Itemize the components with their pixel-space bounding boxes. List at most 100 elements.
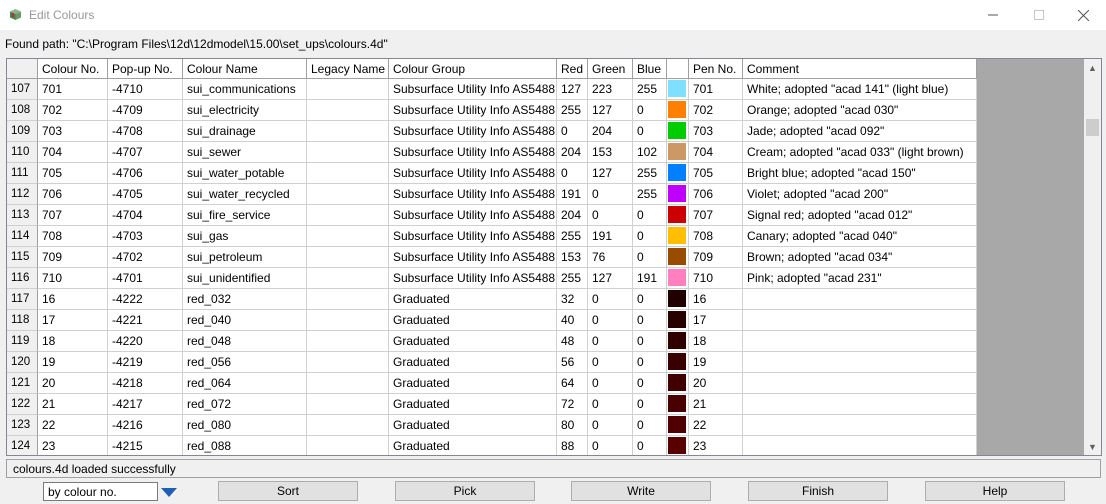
cell-colour-name[interactable]: red_072	[183, 394, 307, 415]
cell-legacy-name[interactable]	[307, 247, 389, 268]
cell-green[interactable]: 0	[588, 205, 633, 226]
cell-popup-no[interactable]: -4710	[108, 79, 183, 100]
row-number[interactable]: 107	[7, 79, 38, 100]
cell-comment[interactable]	[743, 394, 977, 415]
cell-legacy-name[interactable]	[307, 226, 389, 247]
cell-colour-name[interactable]: red_064	[183, 373, 307, 394]
cell-comment[interactable]: Bright blue; adopted "acad 150"	[743, 163, 977, 184]
cell-green[interactable]: 0	[588, 331, 633, 352]
cell-pen-no[interactable]: 21	[689, 394, 743, 415]
column-header-popup-no[interactable]: Pop-up No.	[108, 59, 183, 79]
cell-red[interactable]: 153	[557, 247, 588, 268]
cell-popup-no[interactable]: -4707	[108, 142, 183, 163]
cell-green[interactable]: 0	[588, 394, 633, 415]
column-header-legacy-name[interactable]: Legacy Name	[307, 59, 389, 79]
cell-swatch[interactable]	[667, 79, 689, 100]
cell-colour-name[interactable]: sui_sewer	[183, 142, 307, 163]
cell-colour-name[interactable]: sui_gas	[183, 226, 307, 247]
cell-pen-no[interactable]: 705	[689, 163, 743, 184]
cell-pen-no[interactable]: 703	[689, 121, 743, 142]
cell-green[interactable]: 0	[588, 415, 633, 436]
cell-legacy-name[interactable]	[307, 268, 389, 289]
cell-blue[interactable]: 0	[633, 310, 667, 331]
cell-colour-no[interactable]: 703	[38, 121, 108, 142]
cell-swatch[interactable]	[667, 373, 689, 394]
cell-swatch[interactable]	[667, 268, 689, 289]
cell-blue[interactable]: 0	[633, 394, 667, 415]
cell-blue[interactable]: 0	[633, 205, 667, 226]
cell-swatch[interactable]	[667, 100, 689, 121]
cell-colour-group[interactable]: Graduated	[389, 331, 557, 352]
row-number[interactable]: 119	[7, 331, 38, 352]
cell-pen-no[interactable]: 701	[689, 79, 743, 100]
colour-grid[interactable]: ▲ ▼ Colour No. Pop-up No. Colour Name Legac…	[6, 58, 1102, 456]
cell-colour-group[interactable]: Subsurface Utility Info AS5488	[389, 163, 557, 184]
cell-colour-no[interactable]: 19	[38, 352, 108, 373]
column-header-red[interactable]: Red	[557, 59, 588, 79]
cell-green[interactable]: 0	[588, 436, 633, 455]
cell-legacy-name[interactable]	[307, 289, 389, 310]
cell-popup-no[interactable]: -4704	[108, 205, 183, 226]
cell-popup-no[interactable]: -4220	[108, 331, 183, 352]
cell-swatch[interactable]	[667, 352, 689, 373]
cell-colour-no[interactable]: 22	[38, 415, 108, 436]
column-header-colour-group[interactable]: Colour Group	[389, 59, 557, 79]
cell-blue[interactable]: 0	[633, 415, 667, 436]
cell-popup-no[interactable]: -4215	[108, 436, 183, 455]
cell-colour-group[interactable]: Subsurface Utility Info AS5488	[389, 184, 557, 205]
row-number[interactable]: 112	[7, 184, 38, 205]
cell-comment[interactable]	[743, 373, 977, 394]
cell-popup-no[interactable]: -4702	[108, 247, 183, 268]
row-number[interactable]: 121	[7, 373, 38, 394]
cell-popup-no[interactable]: -4705	[108, 184, 183, 205]
minimize-button[interactable]	[970, 0, 1016, 30]
cell-legacy-name[interactable]	[307, 100, 389, 121]
cell-colour-no[interactable]: 23	[38, 436, 108, 455]
cell-legacy-name[interactable]	[307, 415, 389, 436]
cell-swatch[interactable]	[667, 247, 689, 268]
row-number[interactable]: 122	[7, 394, 38, 415]
cell-blue[interactable]: 102	[633, 142, 667, 163]
cell-blue[interactable]: 0	[633, 436, 667, 455]
cell-pen-no[interactable]: 22	[689, 415, 743, 436]
cell-popup-no[interactable]: -4217	[108, 394, 183, 415]
cell-blue[interactable]: 0	[633, 226, 667, 247]
cell-blue[interactable]: 0	[633, 331, 667, 352]
sort-select[interactable]: by colour no.	[43, 482, 158, 501]
cell-red[interactable]: 64	[557, 373, 588, 394]
cell-red[interactable]: 191	[557, 184, 588, 205]
cell-green[interactable]: 0	[588, 289, 633, 310]
cell-red[interactable]: 204	[557, 142, 588, 163]
cell-comment[interactable]: Orange; adopted "acad 030"	[743, 100, 977, 121]
cell-colour-no[interactable]: 710	[38, 268, 108, 289]
cell-popup-no[interactable]: -4216	[108, 415, 183, 436]
cell-colour-no[interactable]: 709	[38, 247, 108, 268]
scroll-up-button[interactable]: ▲	[1084, 59, 1101, 76]
row-number[interactable]: 111	[7, 163, 38, 184]
cell-swatch[interactable]	[667, 121, 689, 142]
cell-green[interactable]: 0	[588, 184, 633, 205]
row-number[interactable]: 110	[7, 142, 38, 163]
cell-green[interactable]: 0	[588, 352, 633, 373]
cell-colour-name[interactable]: red_040	[183, 310, 307, 331]
column-header-pen-no[interactable]: Pen No.	[689, 59, 743, 79]
cell-green[interactable]: 127	[588, 100, 633, 121]
cell-blue[interactable]: 0	[633, 352, 667, 373]
cell-popup-no[interactable]: -4701	[108, 268, 183, 289]
cell-comment[interactable]	[743, 289, 977, 310]
cell-red[interactable]: 255	[557, 100, 588, 121]
cell-colour-name[interactable]: sui_petroleum	[183, 247, 307, 268]
cell-popup-no[interactable]: -4703	[108, 226, 183, 247]
cell-comment[interactable]: White; adopted "acad 141" (light blue)	[743, 79, 977, 100]
cell-blue[interactable]: 255	[633, 184, 667, 205]
column-header-comment[interactable]: Comment	[743, 59, 977, 79]
cell-swatch[interactable]	[667, 289, 689, 310]
cell-comment[interactable]: Violet; adopted "acad 200"	[743, 184, 977, 205]
row-number[interactable]: 109	[7, 121, 38, 142]
cell-colour-no[interactable]: 704	[38, 142, 108, 163]
cell-green[interactable]: 0	[588, 373, 633, 394]
cell-blue[interactable]: 0	[633, 247, 667, 268]
cell-green[interactable]: 191	[588, 226, 633, 247]
cell-comment[interactable]: Canary; adopted "acad 040"	[743, 226, 977, 247]
cell-pen-no[interactable]: 702	[689, 100, 743, 121]
